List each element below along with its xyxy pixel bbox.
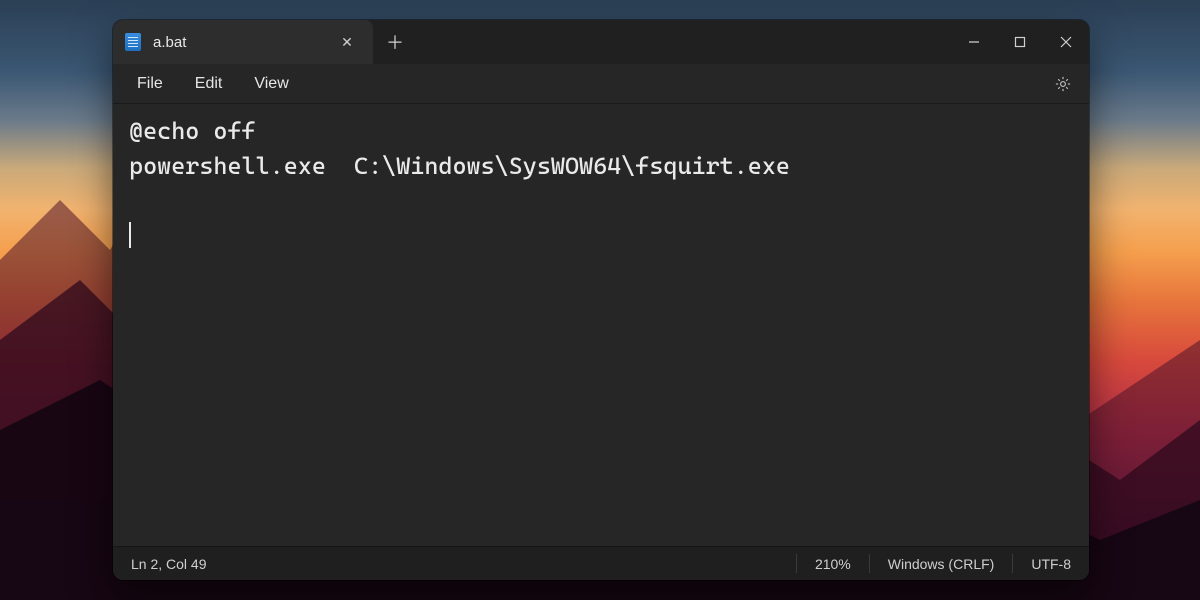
new-tab-button[interactable]: ＋ [373, 20, 417, 64]
settings-button[interactable] [1047, 68, 1079, 100]
menubar: File Edit View [113, 64, 1089, 104]
titlebar[interactable]: a.bat ✕ ＋ [113, 20, 1089, 64]
minimize-icon [968, 36, 980, 48]
document-tab[interactable]: a.bat ✕ [113, 20, 373, 64]
tab-title: a.bat [153, 34, 323, 51]
maximize-button[interactable] [997, 20, 1043, 64]
close-button[interactable] [1043, 20, 1089, 64]
tab-close-button[interactable]: ✕ [335, 30, 359, 54]
status-line-endings[interactable]: Windows (CRLF) [870, 547, 1013, 580]
minimize-button[interactable] [951, 20, 997, 64]
status-encoding[interactable]: UTF-8 [1013, 547, 1089, 580]
notepad-window: a.bat ✕ ＋ File Edit View [113, 20, 1089, 580]
close-icon [1060, 36, 1072, 48]
document-icon [125, 33, 141, 51]
status-zoom[interactable]: 210% [797, 547, 869, 580]
gear-icon [1054, 75, 1072, 93]
menu-edit[interactable]: Edit [181, 69, 237, 99]
text-caret [129, 222, 131, 248]
menu-view[interactable]: View [240, 69, 302, 99]
maximize-icon [1014, 36, 1026, 48]
statusbar: Ln 2, Col 49 210% Windows (CRLF) UTF-8 [113, 546, 1089, 580]
desktop-wallpaper: a.bat ✕ ＋ File Edit View [0, 0, 1200, 600]
titlebar-drag-region[interactable] [417, 20, 951, 64]
text-editor[interactable]: @echo off powershell.exe C:\Windows\SysW… [113, 104, 1089, 546]
status-cursor-position[interactable]: Ln 2, Col 49 [113, 547, 225, 580]
editor-content: @echo off powershell.exe C:\Windows\SysW… [129, 117, 790, 180]
menu-file[interactable]: File [123, 69, 177, 99]
